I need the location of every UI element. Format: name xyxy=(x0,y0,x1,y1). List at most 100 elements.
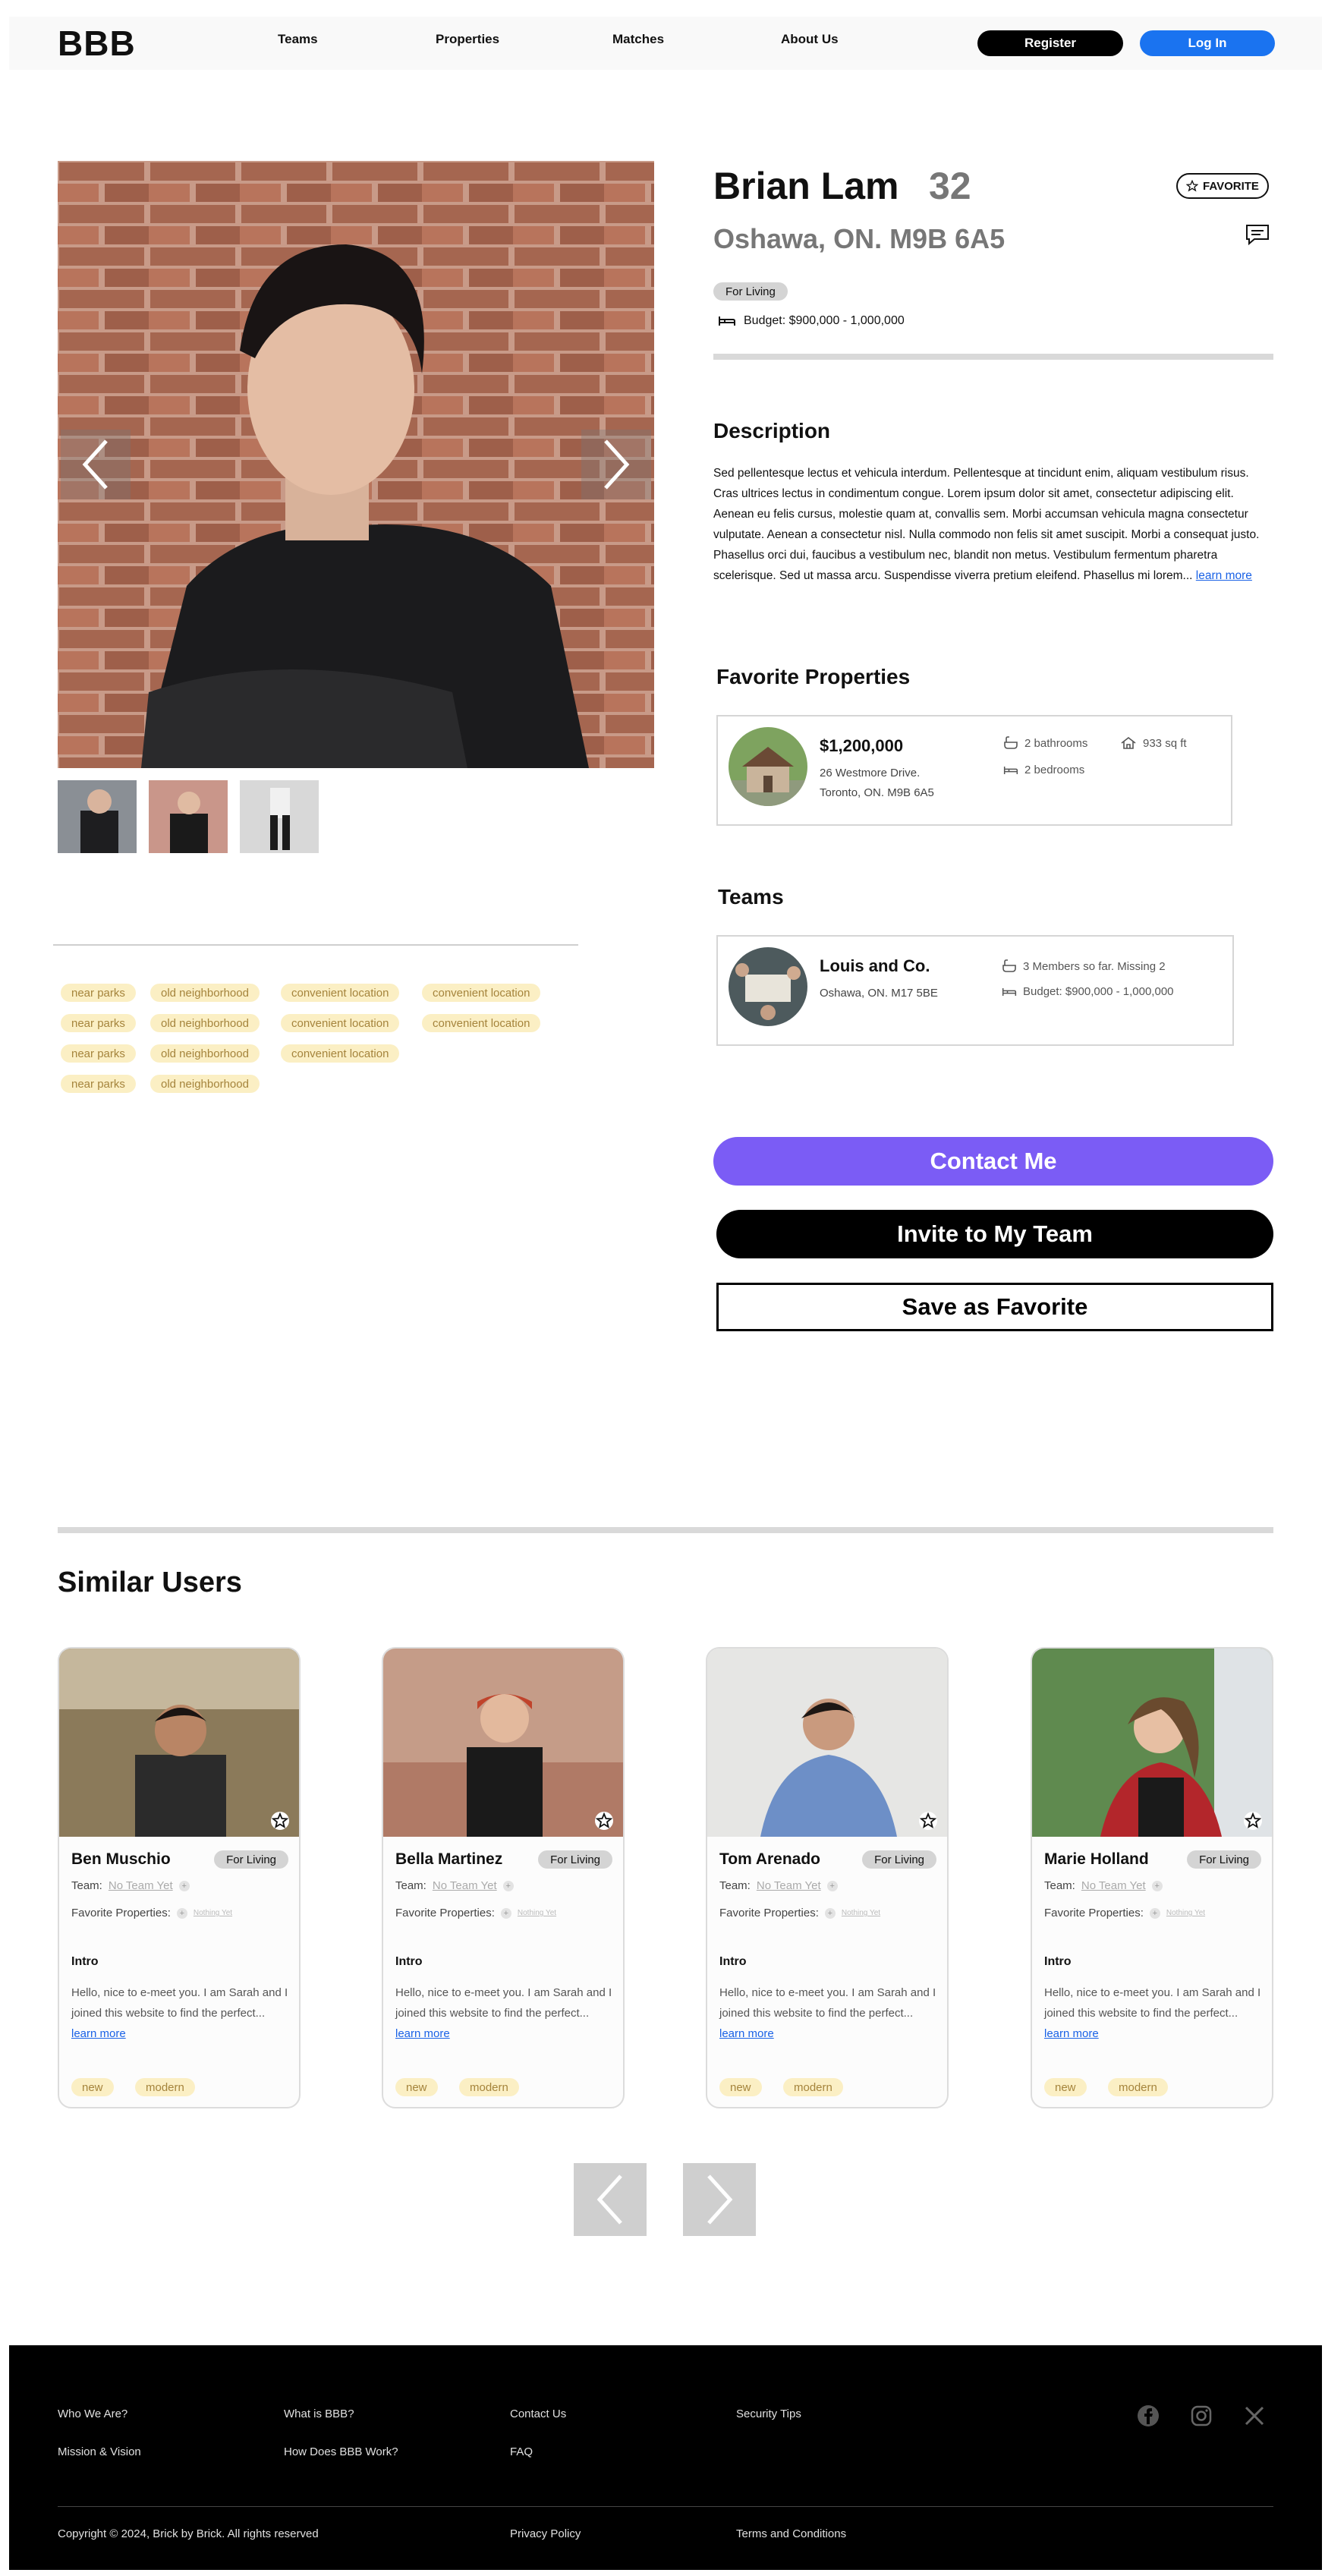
plus-icon[interactable]: + xyxy=(826,1880,838,1891)
user-name: Ben Muschio xyxy=(71,1850,171,1868)
footer-link[interactable]: Contact Us xyxy=(510,2408,566,2420)
property-address-line2: Toronto, ON. M9B 6A5 xyxy=(820,786,934,799)
team-value[interactable]: No Team Yet xyxy=(433,1879,497,1892)
logo[interactable]: BBB xyxy=(58,23,136,64)
plus-icon[interactable]: + xyxy=(500,1907,511,1919)
learn-more-link[interactable]: learn more xyxy=(71,2027,126,2040)
team-row: Team: No Team Yet + xyxy=(1044,1879,1163,1892)
preference-tag: near parks xyxy=(61,1044,136,1063)
home-icon xyxy=(1121,736,1136,749)
facebook-icon[interactable] xyxy=(1137,2404,1160,2427)
footer-link[interactable]: Security Tips xyxy=(736,2408,801,2420)
preference-tag: near parks xyxy=(61,1014,136,1032)
team-card[interactable]: Louis and Co. Oshawa, ON. M17 5BE 3 Memb… xyxy=(716,935,1234,1046)
learn-more-link[interactable]: learn more xyxy=(1044,2027,1099,2040)
footer-link[interactable]: FAQ xyxy=(510,2445,533,2458)
intro-text: Hello, nice to e-meet you. I am Sarah an… xyxy=(719,1986,936,2040)
plus-icon[interactable]: + xyxy=(502,1880,514,1891)
invite-to-team-button[interactable]: Invite to My Team xyxy=(716,1210,1273,1258)
user-name: Marie Holland xyxy=(1044,1850,1149,1868)
nav-link-about[interactable]: About Us xyxy=(781,32,839,47)
instagram-icon[interactable] xyxy=(1190,2404,1213,2427)
privacy-policy-link[interactable]: Privacy Policy xyxy=(510,2527,581,2540)
similar-users-heading: Similar Users xyxy=(58,1567,242,1598)
plus-icon[interactable]: + xyxy=(178,1880,190,1891)
team-budget: Budget: $900,000 - 1,000,000 xyxy=(1002,985,1174,998)
login-button[interactable]: Log In xyxy=(1140,30,1275,56)
plus-icon[interactable]: + xyxy=(1151,1880,1163,1891)
nav-link-properties[interactable]: Properties xyxy=(436,32,499,47)
learn-more-link[interactable]: learn more xyxy=(395,2027,450,2040)
team-name: Louis and Co. xyxy=(820,956,930,975)
favorite-properties-row: Favorite Properties: + Nothing Yet xyxy=(395,1907,557,1919)
copyright-text: Copyright © 2024, Brick by Brick. All ri… xyxy=(58,2527,319,2540)
star-icon[interactable] xyxy=(270,1811,290,1831)
learn-more-link[interactable]: learn more xyxy=(719,2027,774,2040)
team-value[interactable]: No Team Yet xyxy=(109,1879,173,1892)
budget-text: Budget: $900,000 - 1,000,000 xyxy=(744,314,905,327)
property-area: 933 sq ft xyxy=(1120,736,1187,750)
user-tag: new xyxy=(719,2078,762,2096)
purpose-badge: For Living xyxy=(214,1850,288,1869)
preference-tag: near parks xyxy=(61,984,136,1002)
footer-link[interactable]: Mission & Vision xyxy=(58,2445,141,2458)
nav-link-teams[interactable]: Teams xyxy=(278,32,318,47)
similar-user-card[interactable]: Tom Arenado For Living Team: No Team Yet… xyxy=(706,1647,949,2108)
similar-user-card[interactable]: Marie Holland For Living Team: No Team Y… xyxy=(1031,1647,1273,2108)
intro-heading: Intro xyxy=(395,1955,423,1968)
x-icon[interactable] xyxy=(1243,2404,1266,2427)
favorite-label: FAVORITE xyxy=(1203,179,1259,193)
star-icon[interactable] xyxy=(594,1811,614,1831)
team-value[interactable]: No Team Yet xyxy=(757,1879,821,1892)
purpose-badge: For Living xyxy=(1187,1850,1261,1869)
chat-icon[interactable] xyxy=(1245,223,1270,250)
save-as-favorite-button[interactable]: Save as Favorite xyxy=(716,1283,1273,1331)
profile-main-photo xyxy=(58,161,654,768)
chevron-right-icon xyxy=(707,2174,733,2225)
description-heading: Description xyxy=(713,419,831,442)
user-tag: modern xyxy=(1108,2078,1168,2096)
gallery-next-button[interactable] xyxy=(581,430,651,499)
preference-tag: convenient location xyxy=(281,1014,400,1032)
favorite-button[interactable]: FAVORITE xyxy=(1176,173,1269,199)
star-icon[interactable] xyxy=(918,1811,938,1831)
user-photo xyxy=(707,1649,947,1837)
gallery-thumbnail-3[interactable] xyxy=(240,780,319,853)
register-button[interactable]: Register xyxy=(977,30,1123,56)
user-photo xyxy=(59,1649,299,1837)
gallery-thumbnail-2[interactable] xyxy=(149,780,228,853)
favorite-properties-row: Favorite Properties: + Nothing Yet xyxy=(1044,1907,1206,1919)
plus-icon[interactable]: + xyxy=(824,1907,836,1919)
footer-link[interactable]: What is BBB? xyxy=(284,2408,354,2420)
similar-user-card[interactable]: Ben Muschio For Living Team: No Team Yet… xyxy=(58,1647,301,2108)
user-tag: modern xyxy=(783,2078,843,2096)
budget-row: Budget: $900,000 - 1,000,000 xyxy=(718,314,905,328)
description-text: Sed pellentesque lectus et vehicula inte… xyxy=(713,467,1260,582)
terms-link[interactable]: Terms and Conditions xyxy=(736,2527,846,2540)
similar-next-button[interactable] xyxy=(683,2163,756,2236)
property-address-line1: 26 Westmore Drive. xyxy=(820,767,921,779)
divider xyxy=(58,2506,1273,2507)
footer-link[interactable]: Who We Are? xyxy=(58,2408,127,2420)
plus-icon[interactable]: + xyxy=(1149,1907,1160,1919)
preference-tag: convenient location xyxy=(281,984,400,1002)
learn-more-link[interactable]: learn more xyxy=(1196,569,1252,582)
chevron-left-icon xyxy=(596,2174,622,2225)
similar-user-card[interactable]: Bella Martinez For Living Team: No Team … xyxy=(382,1647,625,2108)
favorite-property-card[interactable]: $1,200,000 26 Westmore Drive. Toronto, O… xyxy=(716,715,1232,826)
intro-text: Hello, nice to e-meet you. I am Sarah an… xyxy=(71,1986,288,2040)
nav-link-matches[interactable]: Matches xyxy=(612,32,664,47)
team-value[interactable]: No Team Yet xyxy=(1081,1879,1146,1892)
gallery-thumbnail-1[interactable] xyxy=(58,780,137,853)
gallery-prev-button[interactable] xyxy=(61,430,131,499)
property-bathrooms: 2 bathrooms xyxy=(1003,736,1087,750)
similar-prev-button[interactable] xyxy=(574,2163,647,2236)
user-photo xyxy=(383,1649,623,1837)
divider xyxy=(58,1527,1273,1533)
footer-link[interactable]: How Does BBB Work? xyxy=(284,2445,398,2458)
user-tag: modern xyxy=(459,2078,519,2096)
star-icon[interactable] xyxy=(1243,1811,1263,1831)
contact-me-button[interactable]: Contact Me xyxy=(713,1137,1273,1186)
plus-icon[interactable]: + xyxy=(176,1907,187,1919)
preference-tag: convenient location xyxy=(422,1014,541,1032)
